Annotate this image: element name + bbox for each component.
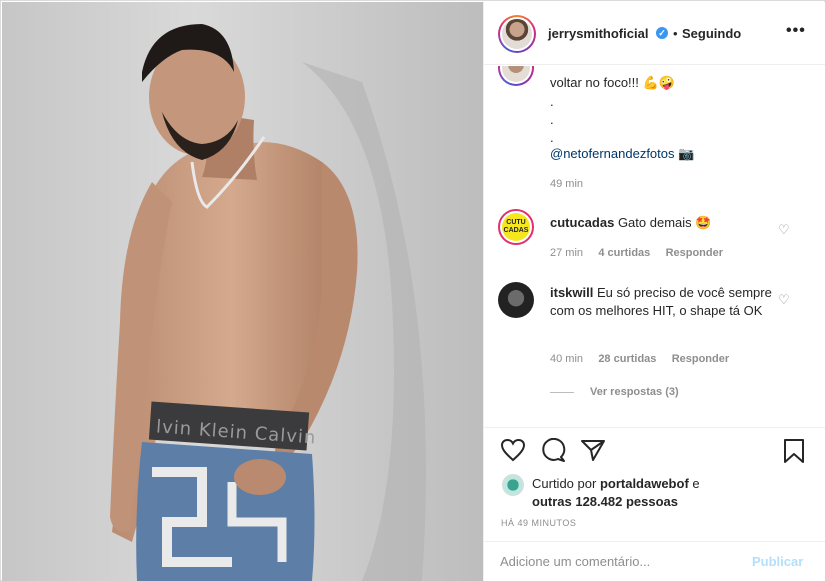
follow-status-button[interactable]: Seguindo: [682, 26, 741, 41]
post-timestamp[interactable]: HÁ 49 MINUTOS: [501, 518, 576, 528]
post-modal: lvin Klein Calvin jerrysmithoficial ✓ • …: [0, 0, 825, 581]
author-username[interactable]: jerrysmithoficial: [548, 26, 648, 41]
comment-time[interactable]: 40 min: [550, 353, 583, 365]
heart-icon[interactable]: [500, 438, 526, 465]
likes-mid: e: [692, 476, 700, 491]
comment-username[interactable]: cutucadas: [550, 215, 614, 230]
view-replies-button[interactable]: Ver respostas (3): [590, 386, 679, 398]
post-actions: [484, 430, 825, 470]
comment-meta: 40 min 28 curtidas Responder: [550, 353, 729, 365]
comment-like-heart-icon[interactable]: ♡: [778, 292, 790, 308]
replies-divider: [550, 392, 574, 393]
comment-username[interactable]: itskwill: [550, 285, 593, 300]
post-header: jerrysmithoficial ✓ • Seguindo •••: [484, 2, 825, 65]
camera-emoji: 📷: [678, 146, 695, 161]
caption-dot: .: [550, 94, 554, 109]
comment-likes[interactable]: 4 curtidas: [598, 247, 650, 259]
comment-text: cutucadas Gato demais 🤩: [550, 214, 780, 232]
publish-button[interactable]: Publicar: [752, 554, 803, 569]
comment-input[interactable]: [500, 554, 720, 569]
comment-like-heart-icon[interactable]: ♡: [778, 222, 790, 238]
mention-link[interactable]: @netofernandezfotos: [550, 146, 675, 161]
likes-prefix: Curtido por: [532, 476, 597, 491]
avatar-text: CUTU CADAS: [502, 213, 530, 241]
header-separator: •: [673, 26, 678, 41]
comment-meta: 27 min 4 curtidas Responder: [550, 247, 723, 259]
comment-avatar[interactable]: CUTU CADAS: [498, 209, 534, 245]
liker-username[interactable]: portaldawebof: [600, 476, 689, 491]
likes-summary: Curtido por portaldawebof e outras 128.4…: [498, 474, 818, 510]
comment-time[interactable]: 27 min: [550, 247, 583, 259]
caption-dot: .: [550, 130, 554, 145]
comment-icon[interactable]: [540, 437, 566, 465]
caption-author-avatar[interactable]: [498, 66, 534, 86]
add-comment-bar: Publicar: [484, 541, 825, 581]
post-side-panel: jerrysmithoficial ✓ • Seguindo ••• volta…: [483, 2, 825, 581]
verified-badge-icon: ✓: [656, 27, 668, 39]
caption-dot: .: [550, 112, 554, 127]
comment-likes[interactable]: 28 curtidas: [598, 353, 656, 365]
likes-text: Curtido por portaldawebof e outras 128.4…: [532, 475, 700, 511]
comment-text: itskwill Eu só preciso de você sempre co…: [550, 284, 780, 320]
more-options-icon[interactable]: •••: [786, 22, 806, 40]
comment-body: Gato demais 🤩: [617, 215, 712, 230]
caption-mention-line: @netofernandezfotos 📷: [550, 146, 694, 162]
comment-avatar[interactable]: [498, 282, 534, 318]
caption-time[interactable]: 49 min: [550, 178, 583, 190]
share-icon[interactable]: [580, 438, 606, 465]
liker-avatar[interactable]: [502, 474, 524, 496]
caption-text: voltar no foco!!! 💪🤪: [550, 75, 675, 90]
comments-section[interactable]: voltar no foco!!! 💪🤪 . . . @netofernande…: [484, 66, 825, 428]
post-photo[interactable]: lvin Klein Calvin: [2, 2, 483, 581]
likes-others[interactable]: outras 128.482 pessoas: [532, 494, 678, 509]
bookmark-icon[interactable]: [782, 438, 806, 467]
reply-button[interactable]: Responder: [666, 247, 723, 259]
reply-button[interactable]: Responder: [672, 353, 729, 365]
author-avatar[interactable]: [498, 15, 536, 53]
photo-illustration: [2, 2, 483, 581]
